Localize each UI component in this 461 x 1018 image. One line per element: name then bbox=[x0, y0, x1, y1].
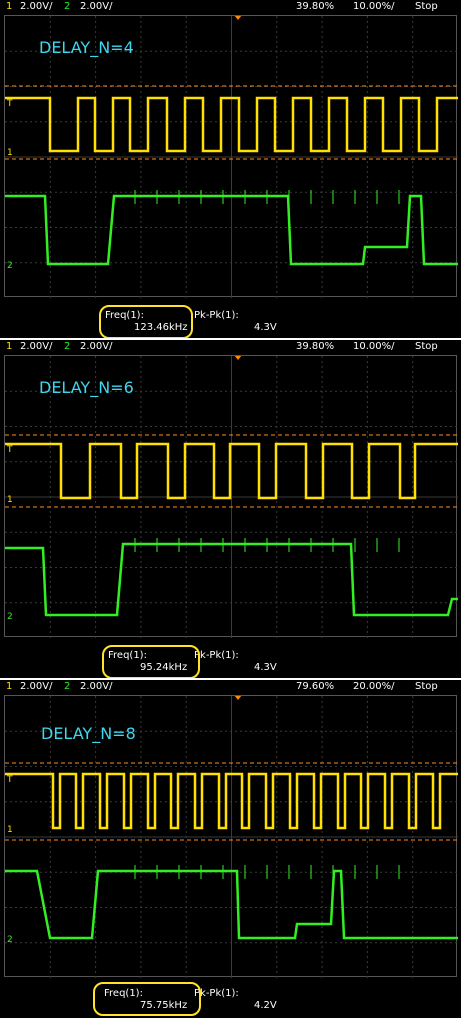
ch1-scale[interactable]: 2.00V/ bbox=[20, 0, 52, 14]
trigger-position: 39.80% bbox=[296, 1, 335, 12]
ch1-ground-marker[interactable]: 1 bbox=[7, 825, 13, 835]
waveform-screen: T 1 2 DELAY_N=4 bbox=[4, 15, 458, 298]
delay-label: DELAY_N=6 bbox=[39, 378, 134, 397]
pkpk-value: 4.3V bbox=[254, 662, 277, 673]
freq-highlight-circle bbox=[102, 645, 200, 678]
ch1-scale[interactable]: 2.00V/ bbox=[20, 680, 52, 694]
scope-panel-2: 1 2.00V/ 2 2.00V/ 39.80% 10.00%/ Stop T 1… bbox=[0, 340, 461, 678]
ch2-number[interactable]: 2 bbox=[64, 0, 70, 14]
delay-label: DELAY_N=8 bbox=[41, 724, 136, 743]
trigger-position: 79.60% bbox=[296, 681, 335, 692]
pkpk-value: 4.3V bbox=[254, 322, 277, 333]
waveform-screen: T 1 2 DELAY_N=8 bbox=[4, 695, 458, 978]
waveform-display: T 1 2 bbox=[5, 356, 458, 638]
ch2-scale[interactable]: 2.00V/ bbox=[80, 0, 112, 14]
freq-highlight-circle bbox=[93, 982, 201, 1016]
trigger-level-marker[interactable]: T bbox=[6, 445, 13, 455]
delay-label: DELAY_N=4 bbox=[39, 38, 134, 57]
freq-highlight-circle bbox=[99, 305, 193, 338]
trigger-level-marker[interactable]: T bbox=[6, 775, 13, 785]
trigger-position: 39.80% bbox=[296, 341, 335, 352]
ch1-number[interactable]: 1 bbox=[6, 680, 12, 694]
ch1-number[interactable]: 1 bbox=[6, 0, 12, 14]
timebase[interactable]: 20.00%/ bbox=[353, 680, 395, 694]
measurements-bar: Freq(1): 95.24kHz Pk-Pk(1): 4.3V bbox=[0, 638, 461, 678]
timebase[interactable]: 10.00%/ bbox=[353, 340, 395, 354]
ch1-ground-marker[interactable]: 1 bbox=[7, 148, 13, 158]
graticule-grid bbox=[5, 16, 458, 298]
ch1-number[interactable]: 1 bbox=[6, 340, 12, 354]
measurements-bar: Freq(1): 123.46kHz Pk-Pk(1): 4.3V bbox=[0, 298, 461, 338]
ch2-number[interactable]: 2 bbox=[64, 340, 70, 354]
scope-panel-3: 1 2.00V/ 2 2.00V/ 79.60% 20.00%/ Stop T 1… bbox=[0, 680, 461, 1018]
ch2-ground-marker[interactable]: 2 bbox=[7, 261, 13, 271]
waveform-screen: T 1 2 DELAY_N=6 bbox=[4, 355, 458, 638]
ch2-ground-marker[interactable]: 2 bbox=[7, 612, 13, 622]
measurements-bar: Freq(1): 75.75kHz Pk-Pk(1): 4.2V bbox=[0, 978, 461, 1018]
pkpk-value: 4.2V bbox=[254, 1000, 277, 1011]
scope-panel-1: 1 2.00V/ 2 2.00V/ 39.80% 10.00%/ Stop T 1… bbox=[0, 0, 461, 338]
run-state[interactable]: Stop bbox=[415, 680, 438, 694]
ch1-ground-marker[interactable]: 1 bbox=[7, 495, 13, 505]
ch2-number[interactable]: 2 bbox=[64, 680, 70, 694]
run-state[interactable]: Stop bbox=[415, 340, 438, 354]
timebase[interactable]: 10.00%/ bbox=[353, 0, 395, 14]
scope-header: 1 2.00V/ 2 2.00V/ 39.80% 10.00%/ Stop bbox=[0, 340, 461, 354]
ch1-scale[interactable]: 2.00V/ bbox=[20, 340, 52, 354]
pkpk-label: Pk-Pk(1): bbox=[194, 310, 239, 321]
trigger-level-marker[interactable]: T bbox=[6, 99, 13, 109]
ch2-ground-marker[interactable]: 2 bbox=[7, 935, 13, 945]
waveform-display: T 1 2 bbox=[5, 16, 458, 298]
ch2-scale[interactable]: 2.00V/ bbox=[80, 680, 112, 694]
scope-header: 1 2.00V/ 2 2.00V/ 39.80% 10.00%/ Stop bbox=[0, 0, 461, 14]
pkpk-label: Pk-Pk(1): bbox=[194, 650, 239, 661]
run-state[interactable]: Stop bbox=[415, 0, 438, 14]
scope-header: 1 2.00V/ 2 2.00V/ 79.60% 20.00%/ Stop bbox=[0, 680, 461, 694]
ch2-scale[interactable]: 2.00V/ bbox=[80, 340, 112, 354]
